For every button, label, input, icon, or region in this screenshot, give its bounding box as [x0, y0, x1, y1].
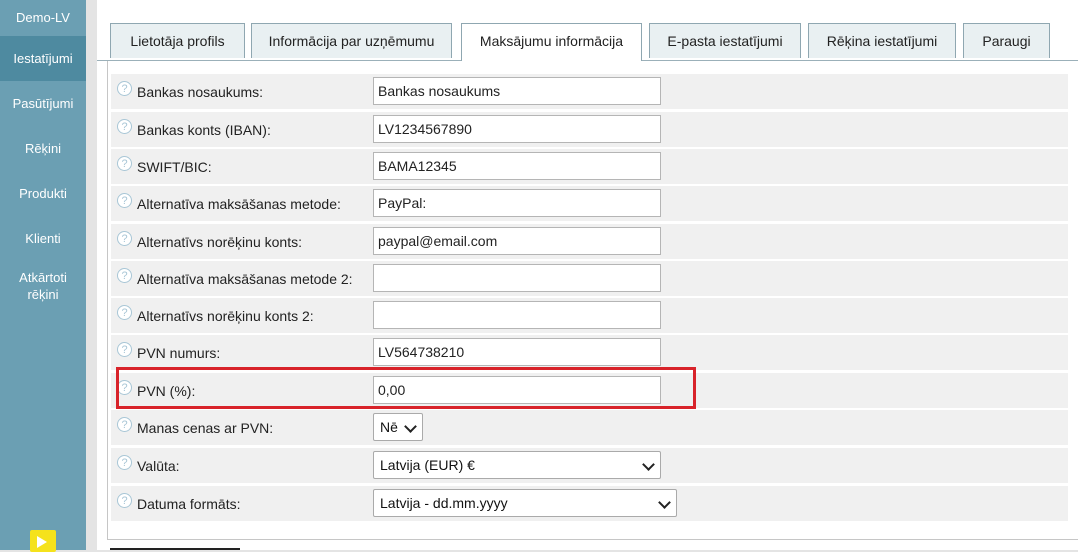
help-icon[interactable]: ?	[117, 342, 132, 357]
bank-account-label: Bankas konts (IBAN):	[137, 122, 271, 138]
sidebar-item-label-line2: rēķini	[27, 287, 59, 302]
alt-method-2-label: Alternatīva maksāšanas metode 2:	[137, 271, 353, 287]
sidebar-item-recurring-invoices[interactable]: Atkārtoti rēķini	[0, 261, 86, 329]
help-icon[interactable]: ?	[117, 231, 132, 246]
row-alt-method-2: ? Alternatīva maksāšanas metode 2:	[111, 261, 1068, 296]
swift-label: SWIFT/BIC:	[137, 159, 212, 175]
sidebar-item-clients[interactable]: Klienti	[0, 216, 86, 261]
vat-number-input[interactable]	[373, 338, 661, 366]
vat-highlight-box	[116, 367, 696, 409]
sidebar-item-invoices[interactable]: Rēķini	[0, 126, 86, 171]
chevron-down-icon	[404, 420, 417, 433]
tab-invoice-settings[interactable]: Rēķina iestatījumi	[808, 23, 956, 58]
date-format-select[interactable]: Latvija - dd.mm.yyyy	[373, 489, 677, 517]
tab-payment-info[interactable]: Maksājumu informācija	[461, 23, 642, 61]
alt-account-input[interactable]	[373, 227, 661, 255]
currency-select[interactable]: Latvija (EUR) €	[373, 451, 661, 479]
help-icon[interactable]: ?	[117, 493, 132, 508]
bank-account-input[interactable]	[373, 115, 661, 143]
prices-with-vat-select[interactable]: Nē	[373, 413, 423, 441]
help-icon[interactable]: ?	[117, 455, 132, 470]
row-alt-method: ? Alternatīva maksāšanas metode:	[111, 186, 1068, 221]
swift-input[interactable]	[373, 152, 661, 180]
sidebar: Demo-LV Iestatījumi Pasūtījumi Rēķini Pr…	[0, 0, 86, 552]
main-content: Lietotāja profils Informācija par uzņēmu…	[97, 0, 1078, 550]
help-icon[interactable]: ?	[117, 193, 132, 208]
row-prices-with-vat: ? Manas cenas ar PVN: Nē	[111, 410, 1068, 445]
tab-bar: Lietotāja profils Informācija par uzņēmu…	[97, 0, 1078, 61]
help-icon[interactable]: ?	[117, 119, 132, 134]
row-date-format: ? Datuma formāts: Latvija - dd.mm.yyyy	[111, 486, 1068, 521]
prices-with-vat-label: Manas cenas ar PVN:	[137, 420, 274, 436]
alt-account-2-label: Alternatīvs norēķinu konts 2:	[137, 308, 314, 324]
alt-method-input[interactable]	[373, 189, 661, 217]
chevron-down-icon	[642, 458, 655, 471]
alt-method-2-input[interactable]	[373, 264, 661, 292]
tab-company-info[interactable]: Informācija par uzņēmumu	[251, 23, 452, 58]
sidebar-item-label-line1: Atkārtoti	[19, 270, 67, 285]
tab-email-settings[interactable]: E-pasta iestatījumi	[649, 23, 801, 58]
help-icon[interactable]: ?	[117, 305, 132, 320]
row-vat-number: ? PVN numurs:	[111, 335, 1068, 370]
row-bank-account: ? Bankas konts (IBAN):	[111, 112, 1068, 147]
sidebar-item-orders[interactable]: Pasūtījumi	[0, 81, 86, 126]
row-swift: ? SWIFT/BIC:	[111, 149, 1068, 184]
prices-with-vat-value: Nē	[380, 419, 398, 435]
row-bank-name: ? Bankas nosaukums:	[111, 74, 1068, 109]
help-icon[interactable]: ?	[117, 81, 132, 96]
help-icon[interactable]: ?	[117, 268, 132, 283]
row-alt-account-2: ? Alternatīvs norēķinu konts 2:	[111, 298, 1068, 333]
date-format-value: Latvija - dd.mm.yyyy	[380, 495, 508, 511]
sidebar-item-settings[interactable]: Iestatījumi	[0, 36, 86, 81]
row-alt-account: ? Alternatīvs norēķinu konts:	[111, 224, 1068, 259]
chevron-down-icon	[658, 496, 671, 509]
bank-name-input[interactable]	[373, 77, 661, 105]
alt-account-label: Alternatīvs norēķinu konts:	[137, 234, 302, 250]
bank-name-label: Bankas nosaukums:	[137, 84, 264, 100]
row-currency: ? Valūta: Latvija (EUR) €	[111, 448, 1068, 483]
tab-user-profile[interactable]: Lietotāja profils	[110, 23, 245, 58]
brand-label[interactable]: Demo-LV	[0, 0, 86, 36]
help-icon[interactable]: ?	[117, 156, 132, 171]
logout-icon[interactable]	[30, 530, 56, 552]
alt-account-2-input[interactable]	[373, 301, 661, 329]
help-icon[interactable]: ?	[117, 417, 132, 432]
vat-number-label: PVN numurs:	[137, 345, 221, 361]
tab-templates[interactable]: Paraugi	[963, 23, 1050, 58]
alt-method-label: Alternatīva maksāšanas metode:	[137, 196, 341, 212]
sidebar-item-products[interactable]: Produkti	[0, 171, 86, 216]
date-format-label: Datuma formāts:	[137, 496, 241, 512]
currency-label: Valūta:	[137, 458, 180, 474]
currency-value: Latvija (EUR) €	[380, 457, 475, 473]
